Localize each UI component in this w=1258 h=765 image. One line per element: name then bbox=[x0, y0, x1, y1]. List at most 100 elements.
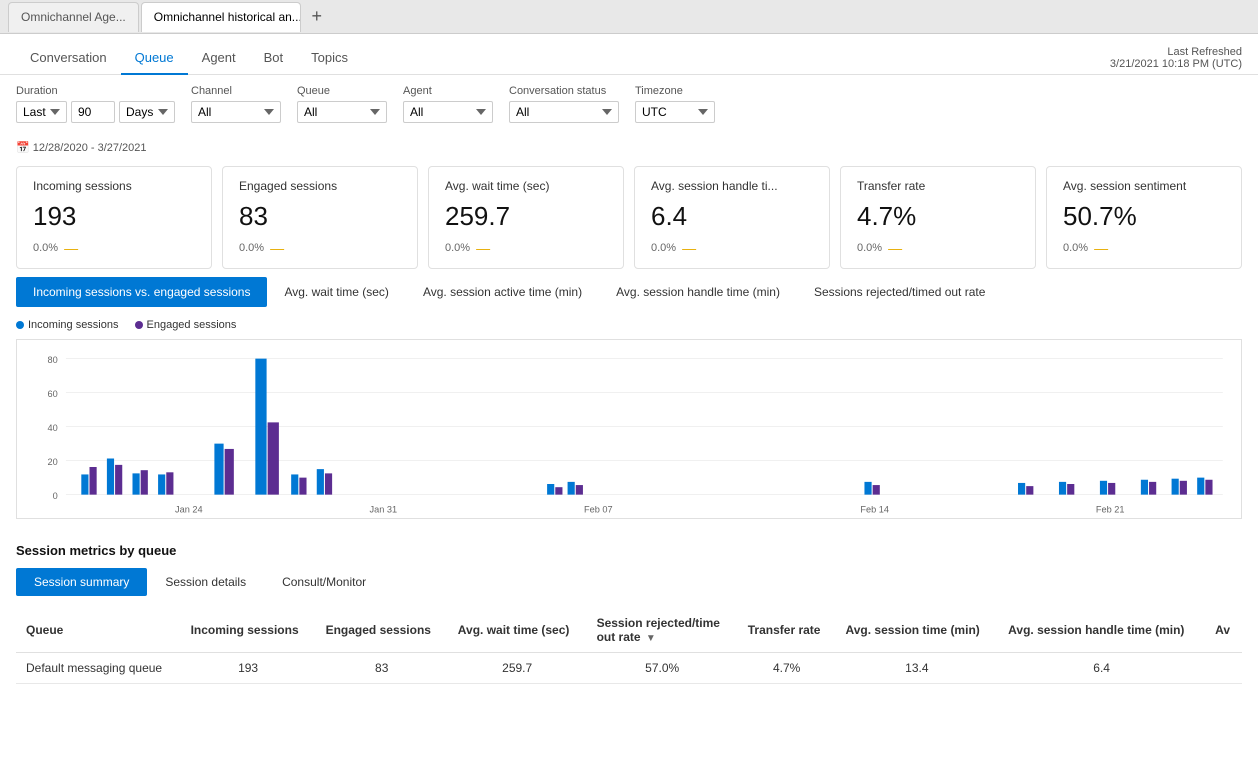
new-tab-button[interactable]: + bbox=[303, 3, 331, 31]
svg-text:Jan 24: Jan 24 bbox=[175, 505, 203, 515]
agent-select[interactable]: All bbox=[403, 101, 493, 123]
kpi-change-engaged-sessions: 0.0% bbox=[239, 242, 264, 254]
tab-topics[interactable]: Topics bbox=[297, 42, 362, 75]
date-range-value: 12/28/2020 - 3/27/2021 bbox=[33, 142, 147, 154]
cell-avg-wait: 259.7 bbox=[448, 653, 587, 684]
kpi-footer-engaged-sessions: 0.0% — bbox=[239, 240, 401, 256]
active-tab[interactable]: Omnichannel historical an... ✕ bbox=[141, 2, 301, 32]
inactive-tab[interactable]: Omnichannel Age... bbox=[8, 2, 139, 32]
kpi-change-avg-session-handle: 0.0% bbox=[651, 242, 676, 254]
kpi-value-transfer-rate: 4.7% bbox=[857, 201, 1019, 232]
kpi-footer-incoming-sessions: 0.0% — bbox=[33, 240, 195, 256]
kpi-change-transfer-rate: 0.0% bbox=[857, 242, 882, 254]
kpi-card-transfer-rate: Transfer rate 4.7% 0.0% — bbox=[840, 166, 1036, 269]
chart-tab-rejected[interactable]: Sessions rejected/timed out rate bbox=[797, 277, 1002, 307]
duration-unit-select[interactable]: Days bbox=[119, 101, 175, 123]
table-body: Default messaging queue 193 83 259.7 57.… bbox=[16, 653, 1242, 684]
tab-bot[interactable]: Bot bbox=[250, 42, 298, 75]
kpi-footer-avg-sentiment: 0.0% — bbox=[1063, 240, 1225, 256]
kpi-value-avg-wait-time: 259.7 bbox=[445, 201, 607, 232]
duration-value-input[interactable] bbox=[71, 101, 115, 123]
legend-label: Incoming sessions bbox=[28, 319, 119, 331]
timezone-label: Timezone bbox=[635, 85, 715, 97]
kpi-trend-avg-session-handle: — bbox=[682, 240, 696, 256]
filters-bar: Duration Last Days Channel All Queue All bbox=[0, 75, 1258, 133]
cell-queue: Default messaging queue bbox=[16, 653, 181, 684]
cell-avg-handle: 6.4 bbox=[998, 653, 1205, 684]
legend-dot bbox=[135, 321, 143, 329]
cell-extra bbox=[1205, 653, 1242, 684]
svg-text:Jan 31: Jan 31 bbox=[369, 505, 397, 515]
date-range: 📅 12/28/2020 - 3/27/2021 bbox=[0, 133, 1258, 158]
active-tab-label: Omnichannel historical an... bbox=[154, 10, 301, 24]
kpi-title-incoming-sessions: Incoming sessions bbox=[33, 179, 195, 193]
table-header-row: Queue Incoming sessions Engaged sessions… bbox=[16, 608, 1242, 653]
kpi-footer-transfer-rate: 0.0% — bbox=[857, 240, 1019, 256]
kpi-trend-incoming-sessions: — bbox=[64, 240, 78, 256]
duration-row: Last Days bbox=[16, 101, 175, 123]
timezone-filter: Timezone UTC bbox=[635, 85, 715, 123]
nav-tabs: Conversation Queue Agent Bot Topics bbox=[16, 42, 362, 74]
session-tab-details[interactable]: Session details bbox=[147, 568, 264, 596]
col-engaged: Engaged sessions bbox=[316, 608, 448, 653]
chart-tab-avg-active[interactable]: Avg. session active time (min) bbox=[406, 277, 599, 307]
svg-text:0: 0 bbox=[53, 491, 58, 501]
kpi-title-engaged-sessions: Engaged sessions bbox=[239, 179, 401, 193]
kpi-value-incoming-sessions: 193 bbox=[33, 201, 195, 232]
svg-text:Feb 14: Feb 14 bbox=[860, 505, 889, 515]
calendar-icon: 📅 bbox=[16, 142, 30, 154]
duration-type-select[interactable]: Last bbox=[16, 101, 67, 123]
table-head: Queue Incoming sessions Engaged sessions… bbox=[16, 608, 1242, 653]
svg-text:80: 80 bbox=[48, 355, 58, 365]
kpi-row: Incoming sessions 193 0.0% — Engaged ses… bbox=[0, 158, 1258, 277]
chart-tab-incoming-vs-engaged[interactable]: Incoming sessions vs. engaged sessions bbox=[16, 277, 267, 307]
last-refreshed: Last Refreshed 3/21/2021 10:18 PM (UTC) bbox=[1110, 46, 1242, 70]
cell-incoming: 193 bbox=[181, 653, 316, 684]
conv-status-select[interactable]: All bbox=[509, 101, 619, 123]
legend-dot bbox=[16, 321, 24, 329]
channel-select[interactable]: All bbox=[191, 101, 281, 123]
kpi-card-avg-wait-time: Avg. wait time (sec) 259.7 0.0% — bbox=[428, 166, 624, 269]
session-tabs: Session summarySession detailsConsult/Mo… bbox=[16, 568, 1242, 596]
tab-agent[interactable]: Agent bbox=[188, 42, 250, 75]
kpi-title-avg-wait-time: Avg. wait time (sec) bbox=[445, 179, 607, 193]
legend-item: Incoming sessions bbox=[16, 319, 119, 331]
last-refreshed-value: 3/21/2021 10:18 PM (UTC) bbox=[1110, 58, 1242, 70]
chart-tab-avg-wait[interactable]: Avg. wait time (sec) bbox=[267, 277, 405, 307]
kpi-change-incoming-sessions: 0.0% bbox=[33, 242, 58, 254]
timezone-select[interactable]: UTC bbox=[635, 101, 715, 123]
col-extra: Av bbox=[1205, 608, 1242, 653]
page-container: Conversation Queue Agent Bot Topics Last… bbox=[0, 34, 1258, 765]
session-table: Queue Incoming sessions Engaged sessions… bbox=[16, 608, 1242, 684]
kpi-value-avg-sentiment: 50.7% bbox=[1063, 201, 1225, 232]
top-nav: Conversation Queue Agent Bot Topics Last… bbox=[0, 34, 1258, 75]
queue-filter-label: Queue bbox=[297, 85, 387, 97]
agent-label: Agent bbox=[403, 85, 493, 97]
chart-tab-avg-handle[interactable]: Avg. session handle time (min) bbox=[599, 277, 797, 307]
chart-svg: 80 60 40 20 0 bbox=[25, 348, 1233, 518]
queue-select[interactable]: All bbox=[297, 101, 387, 123]
col-avg-session: Avg. session time (min) bbox=[836, 608, 999, 653]
svg-text:40: 40 bbox=[48, 423, 58, 433]
session-metrics-section: Session metrics by queue Session summary… bbox=[0, 535, 1258, 692]
col-queue: Queue bbox=[16, 608, 181, 653]
kpi-card-engaged-sessions: Engaged sessions 83 0.0% — bbox=[222, 166, 418, 269]
kpi-card-avg-session-handle: Avg. session handle ti... 6.4 0.0% — bbox=[634, 166, 830, 269]
tab-conversation[interactable]: Conversation bbox=[16, 42, 121, 75]
kpi-footer-avg-wait-time: 0.0% — bbox=[445, 240, 607, 256]
kpi-trend-transfer-rate: — bbox=[888, 240, 902, 256]
last-refreshed-label: Last Refreshed bbox=[1110, 46, 1242, 58]
kpi-value-engaged-sessions: 83 bbox=[239, 201, 401, 232]
session-tab-consult[interactable]: Consult/Monitor bbox=[264, 568, 384, 596]
kpi-change-avg-wait-time: 0.0% bbox=[445, 242, 470, 254]
chart-tabs: Incoming sessions vs. engaged sessionsAv… bbox=[16, 277, 1242, 307]
chart-legend: Incoming sessions Engaged sessions bbox=[16, 319, 1242, 331]
session-tab-summary[interactable]: Session summary bbox=[16, 568, 147, 596]
chart-area: 80 60 40 20 0 bbox=[16, 339, 1242, 519]
duration-label: Duration bbox=[16, 85, 175, 97]
conv-status-label: Conversation status bbox=[509, 85, 619, 97]
browser-tab-bar: Omnichannel Age... Omnichannel historica… bbox=[0, 0, 1258, 34]
col-transfer: Transfer rate bbox=[738, 608, 836, 653]
tab-queue[interactable]: Queue bbox=[121, 42, 188, 75]
queue-filter: Queue All bbox=[297, 85, 387, 123]
